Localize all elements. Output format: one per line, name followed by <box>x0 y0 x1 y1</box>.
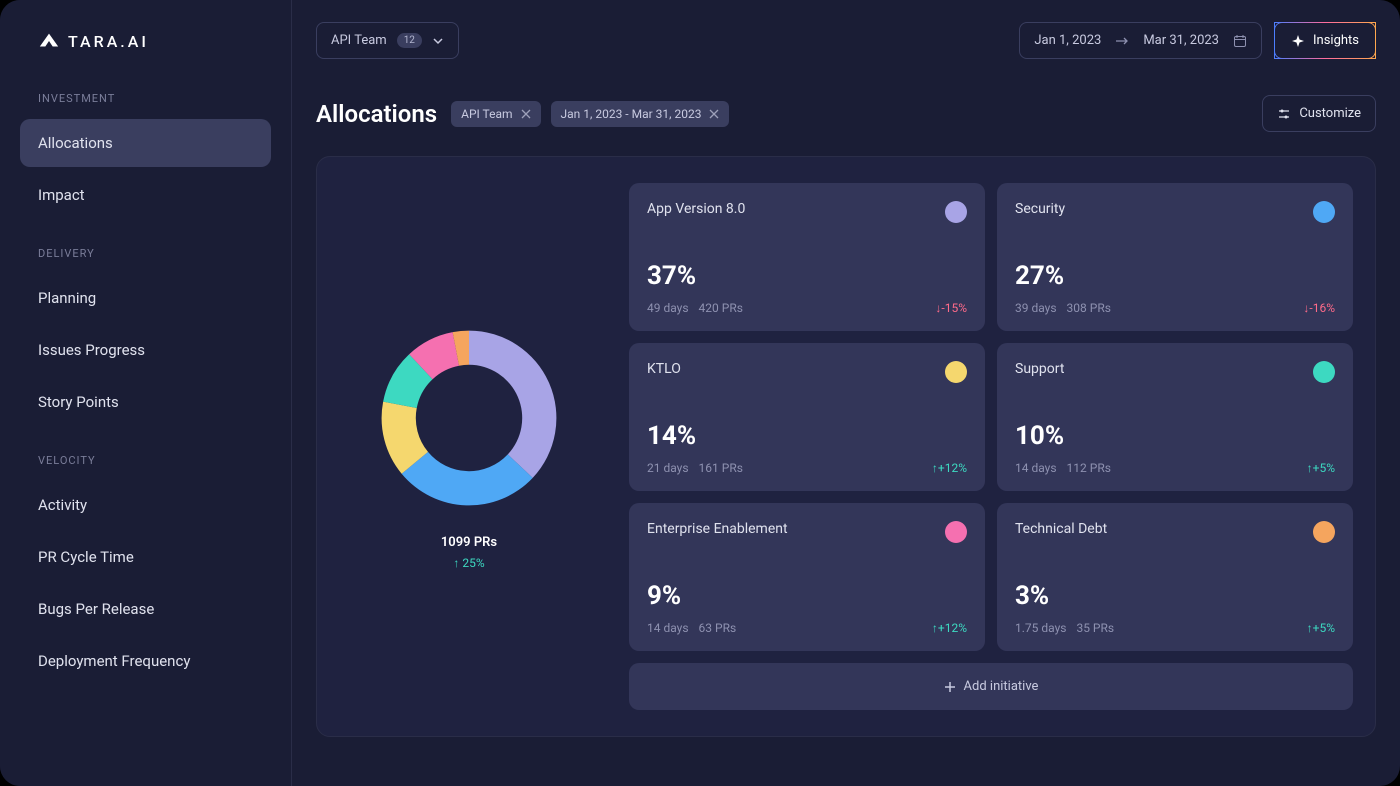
team-count-badge: 12 <box>397 33 422 48</box>
allocation-card[interactable]: Support 10% 14 days 112 PRs ↑+5% <box>997 343 1353 491</box>
card-title: Security <box>1015 201 1065 217</box>
card-days: 1.75 days <box>1015 621 1066 635</box>
chevron-down-icon <box>432 35 444 47</box>
team-selector[interactable]: API Team 12 <box>316 22 459 59</box>
card-title: Enterprise Enablement <box>647 521 788 537</box>
plus-icon <box>944 681 956 693</box>
date-range-picker[interactable]: Jan 1, 2023 Mar 31, 2023 <box>1019 22 1262 59</box>
donut-chart <box>374 323 564 513</box>
sidebar-item-deployment-frequency[interactable]: Deployment Frequency <box>20 637 271 685</box>
nav-heading: DELIVERY <box>38 247 271 260</box>
color-dot <box>945 521 967 543</box>
page-header: Allocations API Team Jan 1, 2023 - Mar 31… <box>316 95 1376 132</box>
card-days: 21 days <box>647 461 689 475</box>
card-delta: ↑+12% <box>932 461 967 475</box>
nav: INVESTMENT AllocationsImpact DELIVERY Plann… <box>20 92 271 685</box>
card-title: KTLO <box>647 361 681 377</box>
card-delta: ↑+12% <box>932 621 967 635</box>
card-title: Support <box>1015 361 1064 377</box>
insights-button[interactable]: Insights <box>1274 22 1376 59</box>
date-start: Jan 1, 2023 <box>1034 33 1101 48</box>
card-days: 49 days <box>647 301 689 315</box>
sidebar-item-pr-cycle-time[interactable]: PR Cycle Time <box>20 533 271 581</box>
color-dot <box>945 361 967 383</box>
color-dot <box>1313 521 1335 543</box>
card-delta: ↓-15% <box>935 301 967 315</box>
logo-icon <box>38 30 60 52</box>
card-delta: ↑+5% <box>1307 461 1335 475</box>
cards-grid: App Version 8.0 37% 49 days 420 PRs ↓-15… <box>629 183 1353 710</box>
calendar-icon <box>1233 34 1247 48</box>
allocation-card[interactable]: Enterprise Enablement 9% 14 days 63 PRs … <box>629 503 985 651</box>
color-dot <box>1313 201 1335 223</box>
sidebar-item-allocations[interactable]: Allocations <box>20 119 271 167</box>
card-days: 39 days <box>1015 301 1057 315</box>
nav-heading: INVESTMENT <box>38 92 271 105</box>
allocation-card[interactable]: Technical Debt 3% 1.75 days 35 PRs ↑+5% <box>997 503 1353 651</box>
allocation-card[interactable]: KTLO 14% 21 days 161 PRs ↑+12% <box>629 343 985 491</box>
sidebar-item-issues-progress[interactable]: Issues Progress <box>20 326 271 374</box>
close-icon[interactable] <box>709 109 719 119</box>
chip-label: API Team <box>461 107 512 121</box>
customize-label: Customize <box>1299 106 1361 121</box>
main-content: API Team 12 Jan 1, 2023 Mar 31, 2023 <box>292 0 1400 786</box>
color-dot <box>945 201 967 223</box>
sidebar: TARA.AI INVESTMENT AllocationsImpact DELIV… <box>0 0 292 786</box>
card-percent: 10% <box>1015 421 1335 451</box>
card-prs: 308 PRs <box>1067 301 1111 315</box>
card-prs: 161 PRs <box>699 461 743 475</box>
allocation-card[interactable]: Security 27% 39 days 308 PRs ↓-16% <box>997 183 1353 331</box>
add-initiative-button[interactable]: Add initiative <box>629 663 1353 710</box>
sidebar-item-activity[interactable]: Activity <box>20 481 271 529</box>
chip-label: Jan 1, 2023 - Mar 31, 2023 <box>561 107 702 121</box>
card-percent: 3% <box>1015 581 1335 611</box>
logo-text: TARA.AI <box>68 32 149 51</box>
card-prs: 63 PRs <box>699 621 737 635</box>
arrow-right-icon <box>1115 36 1129 46</box>
card-percent: 37% <box>647 261 967 291</box>
content-panel: 1099 PRs ↑ 25% App Version 8.0 37% 49 da… <box>316 156 1376 737</box>
card-percent: 14% <box>647 421 967 451</box>
sliders-icon <box>1277 107 1291 121</box>
card-prs: 112 PRs <box>1067 461 1111 475</box>
sidebar-item-impact[interactable]: Impact <box>20 171 271 219</box>
card-prs: 35 PRs <box>1076 621 1114 635</box>
close-icon[interactable] <box>521 109 531 119</box>
card-delta: ↑+5% <box>1307 621 1335 635</box>
donut-slice[interactable] <box>469 331 556 478</box>
chart-area: 1099 PRs ↑ 25% <box>339 183 599 710</box>
topbar: API Team 12 Jan 1, 2023 Mar 31, 2023 <box>316 22 1376 59</box>
card-days: 14 days <box>647 621 689 635</box>
donut-slice[interactable] <box>402 452 533 505</box>
chart-delta: ↑ 25% <box>453 556 484 570</box>
customize-button[interactable]: Customize <box>1262 95 1376 132</box>
add-initiative-label: Add initiative <box>964 679 1039 694</box>
card-percent: 27% <box>1015 261 1335 291</box>
card-prs: 420 PRs <box>699 301 743 315</box>
card-percent: 9% <box>647 581 967 611</box>
sparkle-icon <box>1291 34 1305 48</box>
sidebar-item-story-points[interactable]: Story Points <box>20 378 271 426</box>
filter-chip[interactable]: Jan 1, 2023 - Mar 31, 2023 <box>551 101 730 127</box>
page-title: Allocations <box>316 100 437 128</box>
card-delta: ↓-16% <box>1303 301 1335 315</box>
allocation-card[interactable]: App Version 8.0 37% 49 days 420 PRs ↓-15… <box>629 183 985 331</box>
card-title: Technical Debt <box>1015 521 1107 537</box>
team-name: API Team <box>331 33 387 48</box>
logo: TARA.AI <box>38 30 271 52</box>
filter-chip[interactable]: API Team <box>451 101 540 127</box>
card-days: 14 days <box>1015 461 1057 475</box>
sidebar-item-bugs-per-release[interactable]: Bugs Per Release <box>20 585 271 633</box>
date-end: Mar 31, 2023 <box>1143 33 1219 48</box>
sidebar-item-planning[interactable]: Planning <box>20 274 271 322</box>
nav-heading: VELOCITY <box>38 454 271 467</box>
insights-label: Insights <box>1313 33 1359 48</box>
color-dot <box>1313 361 1335 383</box>
chart-total: 1099 PRs <box>441 535 497 550</box>
card-title: App Version 8.0 <box>647 201 745 217</box>
